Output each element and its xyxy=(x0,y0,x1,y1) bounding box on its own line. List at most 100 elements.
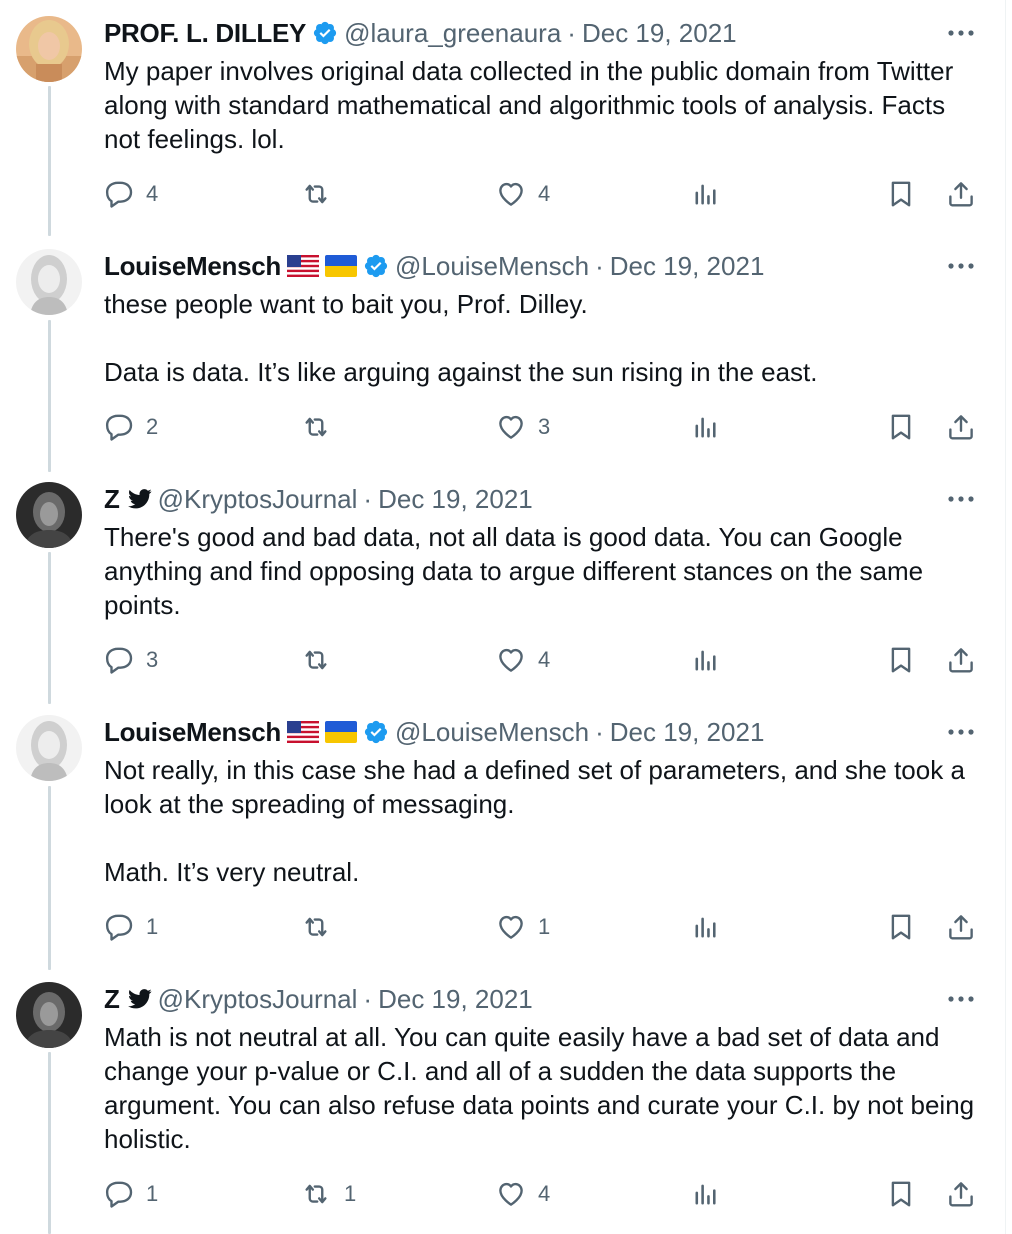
tweet[interactable]: LouiseMensch @LouiseMensch · Dec 19, 202… xyxy=(0,715,1004,965)
bar-chart-icon xyxy=(695,184,716,205)
bar-chart-icon xyxy=(695,650,716,671)
avatar[interactable] xyxy=(16,715,82,781)
display-name[interactable]: PROF. L. DILLEY xyxy=(104,18,306,49)
handle[interactable]: @KryptosJournal xyxy=(158,484,358,515)
handle[interactable]: @LouiseMensch xyxy=(395,251,589,282)
tweet[interactable]: Z @KryptosJournal · Dec 19, 2021 There's… xyxy=(0,482,1004,698)
more-options-button[interactable] xyxy=(946,18,976,48)
bookmark-button[interactable] xyxy=(886,640,916,680)
display-name[interactable]: LouiseMensch xyxy=(104,717,281,748)
handle[interactable]: @laura_greenaura xyxy=(344,18,561,49)
twitter-bird-icon xyxy=(127,989,152,1009)
timestamp[interactable]: Dec 19, 2021 xyxy=(378,484,533,515)
tweet-header: LouiseMensch @LouiseMensch · Dec 19, 202… xyxy=(104,715,764,749)
views-button[interactable] xyxy=(692,1174,720,1214)
timestamp[interactable]: Dec 19, 2021 xyxy=(610,251,765,282)
tweet[interactable]: LouiseMensch @LouiseMensch · Dec 19, 202… xyxy=(0,249,1004,465)
bookmark-icon xyxy=(891,647,911,673)
more-options-button[interactable] xyxy=(946,251,976,281)
handle[interactable]: @KryptosJournal xyxy=(158,984,358,1015)
reply-button[interactable]: 1 xyxy=(104,907,158,947)
avatar[interactable] xyxy=(16,16,82,82)
like-button[interactable]: 4 xyxy=(496,640,550,680)
views-button[interactable] xyxy=(692,640,720,680)
timeline-border xyxy=(1005,0,1006,1234)
action-bar: 1 1 xyxy=(0,907,1004,947)
reply-count: 2 xyxy=(146,414,159,439)
tweet-header: PROF. L. DILLEY @laura_greenaura · Dec 1… xyxy=(104,16,737,50)
like-count: 4 xyxy=(538,181,551,206)
reply-button[interactable]: 1 xyxy=(104,1174,158,1214)
repost-arrows-icon xyxy=(305,917,327,937)
reply-count: 1 xyxy=(146,1181,159,1206)
like-button[interactable]: 3 xyxy=(496,407,550,447)
repost-button[interactable] xyxy=(300,640,344,680)
tweet[interactable]: Z @KryptosJournal · Dec 19, 2021 Math is… xyxy=(0,982,1004,1232)
bookmark-button[interactable] xyxy=(886,407,916,447)
heart-icon xyxy=(499,415,523,439)
us-flag-icon xyxy=(287,255,319,277)
reply-button[interactable]: 4 xyxy=(104,174,158,214)
tweet[interactable]: PROF. L. DILLEY @laura_greenaura · Dec 1… xyxy=(0,16,1004,232)
repost-button[interactable]: 1 xyxy=(300,1174,356,1214)
handle[interactable]: @LouiseMensch xyxy=(395,717,589,748)
upload-share-icon xyxy=(949,915,973,940)
separator: · xyxy=(595,716,604,747)
like-count: 3 xyxy=(538,414,551,439)
tweet-header: LouiseMensch @LouiseMensch · Dec 19, 202… xyxy=(104,249,764,283)
repost-arrows-icon xyxy=(305,184,327,204)
heart-icon xyxy=(499,648,523,672)
share-button[interactable] xyxy=(946,640,976,680)
share-button[interactable] xyxy=(946,907,976,947)
repost-button[interactable] xyxy=(300,407,344,447)
timestamp[interactable]: Dec 19, 2021 xyxy=(582,18,737,49)
ellipsis-icon xyxy=(948,496,974,502)
reply-count: 3 xyxy=(146,647,159,672)
ellipsis-icon xyxy=(948,263,974,269)
speech-bubble-icon xyxy=(105,1181,133,1208)
avatar[interactable] xyxy=(16,482,82,548)
action-bar: 2 3 xyxy=(0,407,1004,447)
avatar[interactable] xyxy=(16,249,82,315)
display-name[interactable]: Z xyxy=(104,984,120,1015)
repost-count: 1 xyxy=(344,1181,357,1206)
display-name[interactable]: LouiseMensch xyxy=(104,251,281,282)
views-button[interactable] xyxy=(692,907,720,947)
twitter-bird-icon xyxy=(127,489,152,509)
repost-button[interactable] xyxy=(300,907,344,947)
share-button[interactable] xyxy=(946,407,976,447)
separator: · xyxy=(363,483,373,514)
like-button[interactable]: 4 xyxy=(496,1174,550,1214)
share-button[interactable] xyxy=(946,174,976,214)
speech-bubble-icon xyxy=(105,181,133,208)
avatar[interactable] xyxy=(16,982,82,1048)
views-button[interactable] xyxy=(692,174,720,214)
bookmark-icon xyxy=(891,181,911,207)
bookmark-icon xyxy=(891,1181,911,1207)
ellipsis-icon xyxy=(948,996,974,1002)
upload-share-icon xyxy=(949,1182,973,1207)
tweet-text: There's good and bad data, not all data … xyxy=(104,522,931,620)
display-name[interactable]: Z xyxy=(104,484,120,515)
reply-count: 4 xyxy=(146,181,159,206)
timestamp[interactable]: Dec 19, 2021 xyxy=(378,984,533,1015)
ukraine-flag-icon xyxy=(325,255,357,277)
bar-chart-icon xyxy=(695,917,716,938)
reply-count: 1 xyxy=(146,914,159,939)
reply-button[interactable]: 3 xyxy=(104,640,158,680)
like-button[interactable]: 1 xyxy=(496,907,550,947)
like-button[interactable]: 4 xyxy=(496,174,550,214)
repost-button[interactable] xyxy=(300,174,344,214)
timestamp[interactable]: Dec 19, 2021 xyxy=(610,717,765,748)
bookmark-button[interactable] xyxy=(886,174,916,214)
views-button[interactable] xyxy=(692,407,720,447)
speech-bubble-icon xyxy=(105,414,133,441)
more-options-button[interactable] xyxy=(946,484,976,514)
bookmark-button[interactable] xyxy=(886,907,916,947)
more-options-button[interactable] xyxy=(946,984,976,1014)
share-button[interactable] xyxy=(946,1174,976,1214)
reply-button[interactable]: 2 xyxy=(104,407,158,447)
repost-arrows-icon xyxy=(305,417,327,437)
more-options-button[interactable] xyxy=(946,717,976,747)
bookmark-button[interactable] xyxy=(886,1174,916,1214)
